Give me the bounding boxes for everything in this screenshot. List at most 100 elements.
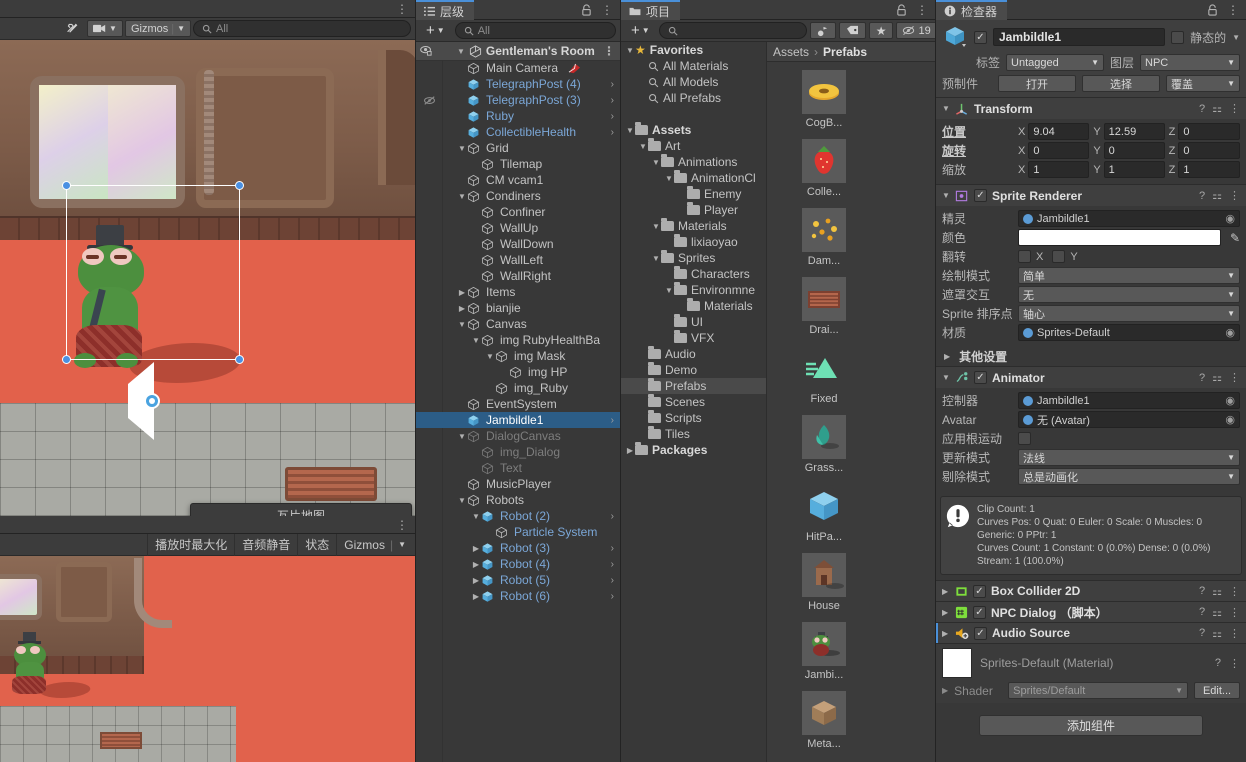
hierarchy-item-confiner[interactable]: Confiner xyxy=(416,204,620,220)
enter-prefab-chevron-icon[interactable]: › xyxy=(611,415,614,426)
hierarchy-search-input[interactable]: All xyxy=(455,22,616,39)
project-tree-item-scenes[interactable]: Scenes xyxy=(621,394,766,410)
project-tree-item-audio[interactable]: Audio xyxy=(621,346,766,362)
foldout-open-icon[interactable]: ▼ xyxy=(638,142,648,151)
handle-top-right[interactable] xyxy=(235,181,244,190)
hierarchy-menu-icon[interactable]: ⋮ xyxy=(601,3,613,17)
number-input[interactable]: 1 xyxy=(1104,161,1165,178)
preset-icon[interactable]: ⚏ xyxy=(1212,189,1222,202)
asset-item[interactable]: Drai... xyxy=(787,277,861,336)
project-tree-item-art[interactable]: ▼Art xyxy=(621,138,766,154)
scene-search-input[interactable]: All xyxy=(193,20,411,37)
project-tree-item-all-prefabs[interactable]: All Prefabs xyxy=(621,90,766,106)
component-box-collider-2d-header[interactable]: ✓Box Collider 2D?⚏⋮ xyxy=(936,581,1246,602)
hierarchy-item-robots[interactable]: ▼Robots xyxy=(416,492,620,508)
help-icon[interactable]: ? xyxy=(1215,657,1221,669)
asset-item[interactable]: House xyxy=(787,553,861,612)
hierarchy-item-robot-4[interactable]: ▶Robot (4)› xyxy=(416,556,620,572)
flip-y-checkbox[interactable] xyxy=(1052,250,1065,263)
scene-camera-button[interactable]: ▼ xyxy=(87,20,123,37)
hierarchy-item-telegraphpost-4[interactable]: TelegraphPost (4)› xyxy=(416,76,620,92)
scene-tools-button[interactable] xyxy=(60,20,85,37)
foldout-closed-icon[interactable]: ▶ xyxy=(625,446,635,455)
hierarchy-item-ruby[interactable]: Ruby› xyxy=(416,108,620,124)
component-menu-icon[interactable]: ⋮ xyxy=(1229,606,1240,619)
asset-item[interactable]: HitPa... xyxy=(787,484,861,543)
tab-hierarchy[interactable]: 层级 xyxy=(416,0,474,20)
hierarchy-item-robot-6[interactable]: ▶Robot (6)› xyxy=(416,588,620,604)
hierarchy-item-wallright[interactable]: WallRight xyxy=(416,268,620,284)
project-tree-item-animationcl[interactable]: ▼AnimationCl xyxy=(621,170,766,186)
shader-edit-button[interactable]: Edit... xyxy=(1194,682,1240,699)
enter-prefab-chevron-icon[interactable]: › xyxy=(611,591,614,602)
project-hidden-count-button[interactable]: 19 xyxy=(896,22,935,39)
foldout-open-icon[interactable]: ▼ xyxy=(625,46,635,55)
handle-bottom-left[interactable] xyxy=(62,355,71,364)
help-icon[interactable]: ? xyxy=(1199,627,1205,639)
scene-foldout-icon[interactable]: ▼ xyxy=(457,47,465,56)
foldout-closed-icon[interactable]: ▶ xyxy=(471,592,481,601)
hierarchy-item-grid[interactable]: ▼Grid xyxy=(416,140,620,156)
project-tree-item-player[interactable]: Player xyxy=(621,202,766,218)
tag-dropdown[interactable]: Untagged ▼ xyxy=(1006,54,1104,71)
hierarchy-item-main-camera[interactable]: Main Camera xyxy=(416,60,620,76)
hierarchy-item-img-mask[interactable]: ▼img Mask xyxy=(416,348,620,364)
breadcrumb-item-assets[interactable]: Assets xyxy=(773,45,809,59)
project-folder-tree[interactable]: ▼★FavoritesAll MaterialsAll ModelsAll Pr… xyxy=(621,42,767,762)
dropdown-field[interactable]: 简单▼ xyxy=(1018,267,1240,284)
number-input[interactable]: 9.04 xyxy=(1028,123,1089,140)
project-search-input[interactable] xyxy=(659,22,807,39)
assets-grid[interactable]: CogB...Colle...Dam...Drai...FixedGrass..… xyxy=(767,62,935,762)
project-tree-item-tiles[interactable]: Tiles xyxy=(621,426,766,442)
object-picker-icon[interactable]: ◉ xyxy=(1225,394,1235,407)
handle-bottom-right[interactable] xyxy=(235,355,244,364)
object-field[interactable]: Sprites-Default◉ xyxy=(1018,324,1240,341)
foldout-icon[interactable] xyxy=(942,104,950,113)
tab-inspector[interactable]: 检查器 xyxy=(936,0,1007,20)
prefab-open-button[interactable]: 打开 xyxy=(998,75,1076,92)
help-icon[interactable]: ? xyxy=(1199,190,1205,202)
foldout-open-icon[interactable]: ▼ xyxy=(664,286,674,295)
preset-icon[interactable]: ⚏ xyxy=(1212,371,1222,384)
preset-icon[interactable]: ⚏ xyxy=(1212,606,1222,619)
hierarchy-item-condiners[interactable]: ▼Condiners xyxy=(416,188,620,204)
foldout-closed-icon[interactable] xyxy=(942,608,950,617)
asset-item[interactable]: CogB... xyxy=(787,70,861,129)
asset-item[interactable]: Fixed xyxy=(787,346,861,405)
number-input[interactable]: 0 xyxy=(1178,142,1240,159)
enter-prefab-chevron-icon[interactable]: › xyxy=(611,559,614,570)
game-viewport[interactable] xyxy=(0,556,415,762)
game-gizmos-button[interactable]: Gizmos | ▼ xyxy=(336,534,413,556)
enter-prefab-chevron-icon[interactable]: › xyxy=(611,79,614,90)
maximize-on-play-button[interactable]: 播放时最大化 xyxy=(147,534,234,556)
handle-top-left[interactable] xyxy=(62,181,71,190)
foldout-open-icon[interactable]: ▼ xyxy=(457,144,467,153)
object-field[interactable]: Jambildle1◉ xyxy=(1018,210,1240,227)
hierarchy-item-canvas[interactable]: ▼Canvas xyxy=(416,316,620,332)
layer-dropdown[interactable]: NPC ▼ xyxy=(1140,54,1240,71)
hierarchy-item-wallup[interactable]: WallUp xyxy=(416,220,620,236)
object-picker-icon[interactable]: ◉ xyxy=(1225,212,1235,225)
foldout-open-icon[interactable]: ▼ xyxy=(651,254,661,263)
boolean-checkbox[interactable] xyxy=(1018,432,1031,445)
hierarchy-item-walldown[interactable]: WallDown xyxy=(416,236,620,252)
foldout-open-icon[interactable]: ▼ xyxy=(664,174,674,183)
enter-prefab-chevron-icon[interactable]: › xyxy=(611,95,614,106)
foldout-closed-icon[interactable]: ▶ xyxy=(471,560,481,569)
foldout-closed-icon[interactable]: ▶ xyxy=(471,544,481,553)
enter-prefab-chevron-icon[interactable]: › xyxy=(611,111,614,122)
project-tree-item-packages[interactable]: ▶Packages xyxy=(621,442,766,458)
sprite-renderer-extra-settings-foldout[interactable]: 其他设置 xyxy=(936,347,1246,366)
foldout-open-icon[interactable]: ▼ xyxy=(457,192,467,201)
hierarchy-item-particle-system[interactable]: Particle System xyxy=(416,524,620,540)
foldout-closed-icon[interactable] xyxy=(942,587,950,596)
asset-item[interactable]: Grass... xyxy=(787,415,861,474)
enter-prefab-chevron-icon[interactable]: › xyxy=(611,511,614,522)
foldout-open-icon[interactable]: ▼ xyxy=(651,222,661,231)
stats-button[interactable]: 状态 xyxy=(297,534,336,556)
prefab-select-button[interactable]: 选择 xyxy=(1082,75,1160,92)
enter-prefab-chevron-icon[interactable]: › xyxy=(611,127,614,138)
component-sprite-renderer-header[interactable]: ✓ Sprite Renderer ? ⚏ ⋮ xyxy=(936,185,1246,206)
mute-audio-button[interactable]: 音频静音 xyxy=(234,534,297,556)
scene-gizmos-button[interactable]: Gizmos | ▼ xyxy=(125,20,191,37)
